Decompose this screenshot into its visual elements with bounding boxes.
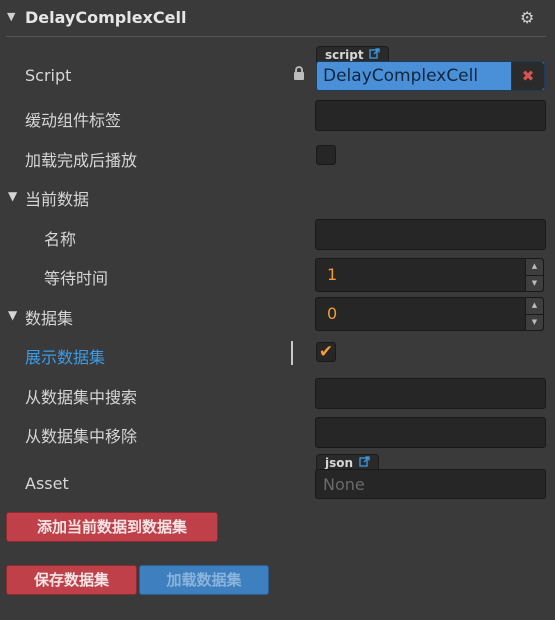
header-divider [6,36,546,37]
dataset-stepper-buttons[interactable]: ▲ ▼ [525,298,543,330]
dataset-label: 数据集 [25,309,74,328]
collapse-arrow-icon[interactable]: ▼ [7,10,15,23]
remove-dataset-label: 从数据集中移除 [25,427,138,446]
name-input[interactable] [315,219,546,250]
clear-script-button[interactable]: ✖ [511,62,544,90]
asset-label: Asset [25,474,69,493]
script-field[interactable]: DelayComplexCell ✖ [316,61,545,91]
current-data-label: 当前数据 [25,190,90,209]
script-value: DelayComplexCell [323,66,479,86]
autoplay-checkbox[interactable] [316,145,336,165]
tween-tag-label: 缓动组件标签 [25,111,122,130]
script-label: Script [25,66,72,85]
dataset-value: 0 [327,304,338,323]
decrement-icon[interactable]: ▼ [525,275,543,291]
save-dataset-button[interactable]: 保存数据集 [6,565,137,595]
check-icon: ✔ [318,342,334,362]
autoplay-label: 加载完成后播放 [25,151,138,170]
tween-tag-input[interactable] [315,100,546,131]
wait-time-stepper-buttons[interactable]: ▲ ▼ [525,259,543,291]
close-icon: ✖ [521,67,535,85]
remove-dataset-input[interactable] [315,417,546,448]
wait-time-label: 等待时间 [44,269,109,288]
show-dataset-label: 展示数据集 [25,348,106,367]
show-dataset-checkbox[interactable]: ✔ [316,342,336,362]
text-cursor [291,341,293,365]
asset-value: None [323,475,365,494]
search-dataset-input[interactable] [315,378,546,409]
name-label: 名称 [44,230,77,249]
asset-field[interactable]: None [315,469,546,499]
increment-icon[interactable]: ▲ [525,298,543,315]
add-to-dataset-button[interactable]: 添加当前数据到数据集 [6,512,218,542]
decrement-icon[interactable]: ▼ [525,314,543,330]
lock-icon [293,66,305,83]
wait-time-stepper[interactable]: 1 ▲ ▼ [315,258,544,292]
wait-time-value: 1 [327,265,338,284]
current-data-arrow-icon[interactable]: ▼ [8,189,17,203]
gear-icon[interactable]: ⚙ [520,8,534,27]
dataset-stepper[interactable]: 0 ▲ ▼ [315,297,544,331]
search-dataset-label: 从数据集中搜索 [25,388,138,407]
load-dataset-button[interactable]: 加载数据集 [139,565,269,595]
dataset-arrow-icon[interactable]: ▼ [8,308,17,322]
component-header[interactable]: ▼ DelayComplexCell ⚙ [0,0,555,36]
asset-tag-label: json [325,456,354,470]
script-tag-label: script [325,48,364,62]
increment-icon[interactable]: ▲ [525,259,543,276]
component-title: DelayComplexCell [25,8,187,27]
